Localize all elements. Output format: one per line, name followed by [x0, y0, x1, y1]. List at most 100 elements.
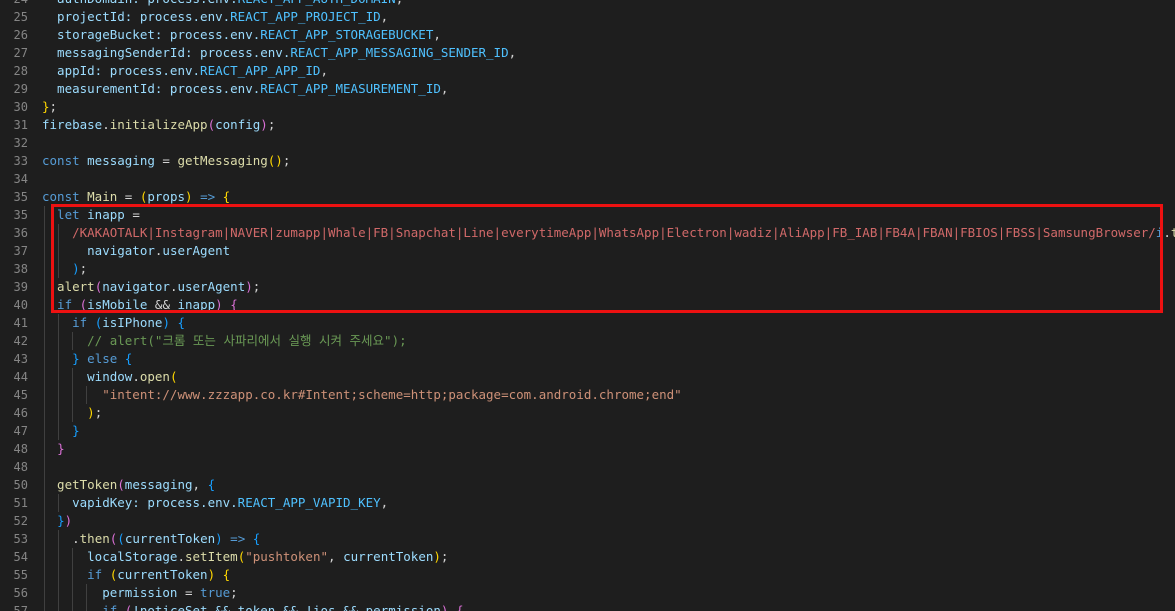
code-token: messaging [87, 153, 155, 168]
code-line[interactable]: 55 if (currentToken) { [0, 566, 1175, 584]
code-editor[interactable]: 24 authDomain: process.env.REACT_APP_AUT… [0, 0, 1175, 611]
code-token: getToken [42, 477, 118, 492]
code-line[interactable]: 30}; [0, 98, 1175, 116]
code-token: messaging [124, 477, 193, 492]
code-token: => [192, 189, 223, 204]
code-token: window [42, 369, 133, 384]
code-token: REACT_APP_VAPID_KEY [237, 495, 381, 510]
code-token: REACT_APP_AUTH_DOMAIN [238, 0, 396, 6]
code-line[interactable]: 51 vapidKey: process.env.REACT_APP_VAPID… [0, 494, 1175, 512]
code-token: setItem [185, 549, 238, 564]
code-line[interactable]: 27 messagingSenderId: process.env.REACT_… [0, 44, 1175, 62]
code-text: messagingSenderId: process.env.REACT_APP… [42, 44, 516, 62]
code-text: if (currentToken) { [42, 566, 230, 584]
code-token: , [380, 495, 389, 510]
code-token: ) [433, 549, 441, 564]
code-token: const [42, 153, 88, 168]
code-line[interactable]: 26 storageBucket: process.env.REACT_APP_… [0, 26, 1175, 44]
code-token: localStorage [42, 549, 178, 564]
code-line[interactable]: 52 }) [0, 512, 1175, 530]
code-line[interactable]: 54 localStorage.setItem("pushtoken", cur… [0, 548, 1175, 566]
indent-guide [44, 458, 45, 611]
line-number: 27 [13, 46, 28, 60]
code-line[interactable]: 44 window.open( [0, 368, 1175, 386]
code-line[interactable]: 57 if (!noticeSet && token && !ios && pe… [0, 602, 1175, 611]
code-line[interactable]: 48 [0, 458, 1175, 476]
code-text: .then((currentToken) => { [42, 530, 260, 548]
code-token: ) [162, 315, 170, 330]
code-token: "intent://www.zzzapp.co.kr#Intent;scheme… [42, 387, 682, 402]
code-line[interactable]: 24 authDomain: process.env.REACT_APP_AUT… [0, 0, 1175, 8]
code-line[interactable]: 25 projectId: process.env.REACT_APP_PROJ… [0, 8, 1175, 26]
code-line[interactable]: 43 } else { [0, 350, 1175, 368]
indent-guide [72, 548, 73, 611]
code-token: true [200, 585, 231, 600]
code-line[interactable]: 32 [0, 134, 1175, 152]
code-token: ) [260, 117, 268, 132]
code-line[interactable]: 33 const messaging = getMessaging(); [0, 152, 1175, 170]
code-line[interactable]: 47 } [0, 422, 1175, 440]
line-number: 28 [13, 64, 28, 78]
code-line[interactable]: 31 firebase.initializeApp(config); [0, 116, 1175, 134]
code-text: }) [42, 512, 72, 530]
code-line[interactable]: 42 // alert("크롬 또는 사파리에서 실행 시켜 주세요"); [0, 332, 1175, 350]
code-token: appId: process.env. [42, 63, 201, 78]
code-token: isIPhone [102, 315, 163, 330]
indent-guide [86, 584, 87, 611]
line-number: 42 [13, 334, 28, 348]
code-token: messagingSenderId: process.env. [42, 45, 291, 60]
line-number: 53 [13, 532, 28, 546]
code-token: REACT_APP_MEASUREMENT_ID [260, 81, 441, 96]
code-token: } [57, 513, 65, 528]
line-number: 26 [13, 28, 28, 42]
code-token: ; [267, 117, 276, 132]
code-token: { [222, 567, 231, 582]
code-text: } [42, 422, 80, 440]
code-token: ) [185, 189, 193, 204]
code-token: , [433, 27, 441, 42]
code-token: authDomain: process.env. [42, 0, 238, 6]
code-line[interactable]: 48 } [0, 440, 1175, 458]
indent-guide [58, 494, 59, 512]
code-line[interactable]: 41 if (isIPhone) { [0, 314, 1175, 332]
code-line[interactable]: 56 permission = true; [0, 584, 1175, 602]
code-token: ( [117, 477, 125, 492]
code-token: initializeApp [109, 117, 208, 132]
code-token: ; [94, 405, 103, 420]
code-text: vapidKey: process.env.REACT_APP_VAPID_KE… [42, 494, 388, 512]
code-token: else [79, 351, 125, 366]
indent-guide [58, 530, 59, 611]
line-number: 48 [13, 442, 28, 456]
code-token: . [132, 369, 140, 384]
code-text: } [42, 440, 65, 458]
code-line[interactable]: 50 getToken(messaging, { [0, 476, 1175, 494]
code-line[interactable]: 34 [0, 170, 1175, 188]
code-text: const messaging = getMessaging(); [42, 152, 290, 170]
line-number: 39 [13, 280, 28, 294]
indent-guide [72, 332, 73, 350]
code-token: vapidKey: process.env. [42, 495, 238, 510]
line-number: 45 [13, 388, 28, 402]
code-token: ( [169, 369, 178, 384]
code-line[interactable]: 53 .then((currentToken) => { [0, 530, 1175, 548]
code-line[interactable]: 28 appId: process.env.REACT_APP_APP_ID, [0, 62, 1175, 80]
code-token: ; [282, 153, 291, 168]
code-token: . [177, 549, 185, 564]
line-number: 33 [13, 154, 28, 168]
code-token: const [42, 189, 88, 204]
line-number: 47 [13, 424, 28, 438]
code-line[interactable]: 45 "intent://www.zzzapp.co.kr#Intent;sch… [0, 386, 1175, 404]
line-number: 36 [13, 226, 28, 240]
code-token: // alert("크롬 또는 사파리에서 실행 시켜 주세요"); [42, 333, 407, 348]
code-text: "intent://www.zzzapp.co.kr#Intent;scheme… [42, 386, 682, 404]
code-text: getToken(messaging, { [42, 476, 215, 494]
code-text: localStorage.setItem("pushtoken", curren… [42, 548, 448, 566]
code-line[interactable]: 29 measurementId: process.env.REACT_APP_… [0, 80, 1175, 98]
line-number: 48 [13, 460, 28, 474]
code-line[interactable]: 46 ); [0, 404, 1175, 422]
line-number: 40 [13, 298, 28, 312]
code-text: appId: process.env.REACT_APP_APP_ID, [42, 62, 328, 80]
code-token: currentToken [117, 567, 208, 582]
code-token: . [1163, 225, 1171, 240]
